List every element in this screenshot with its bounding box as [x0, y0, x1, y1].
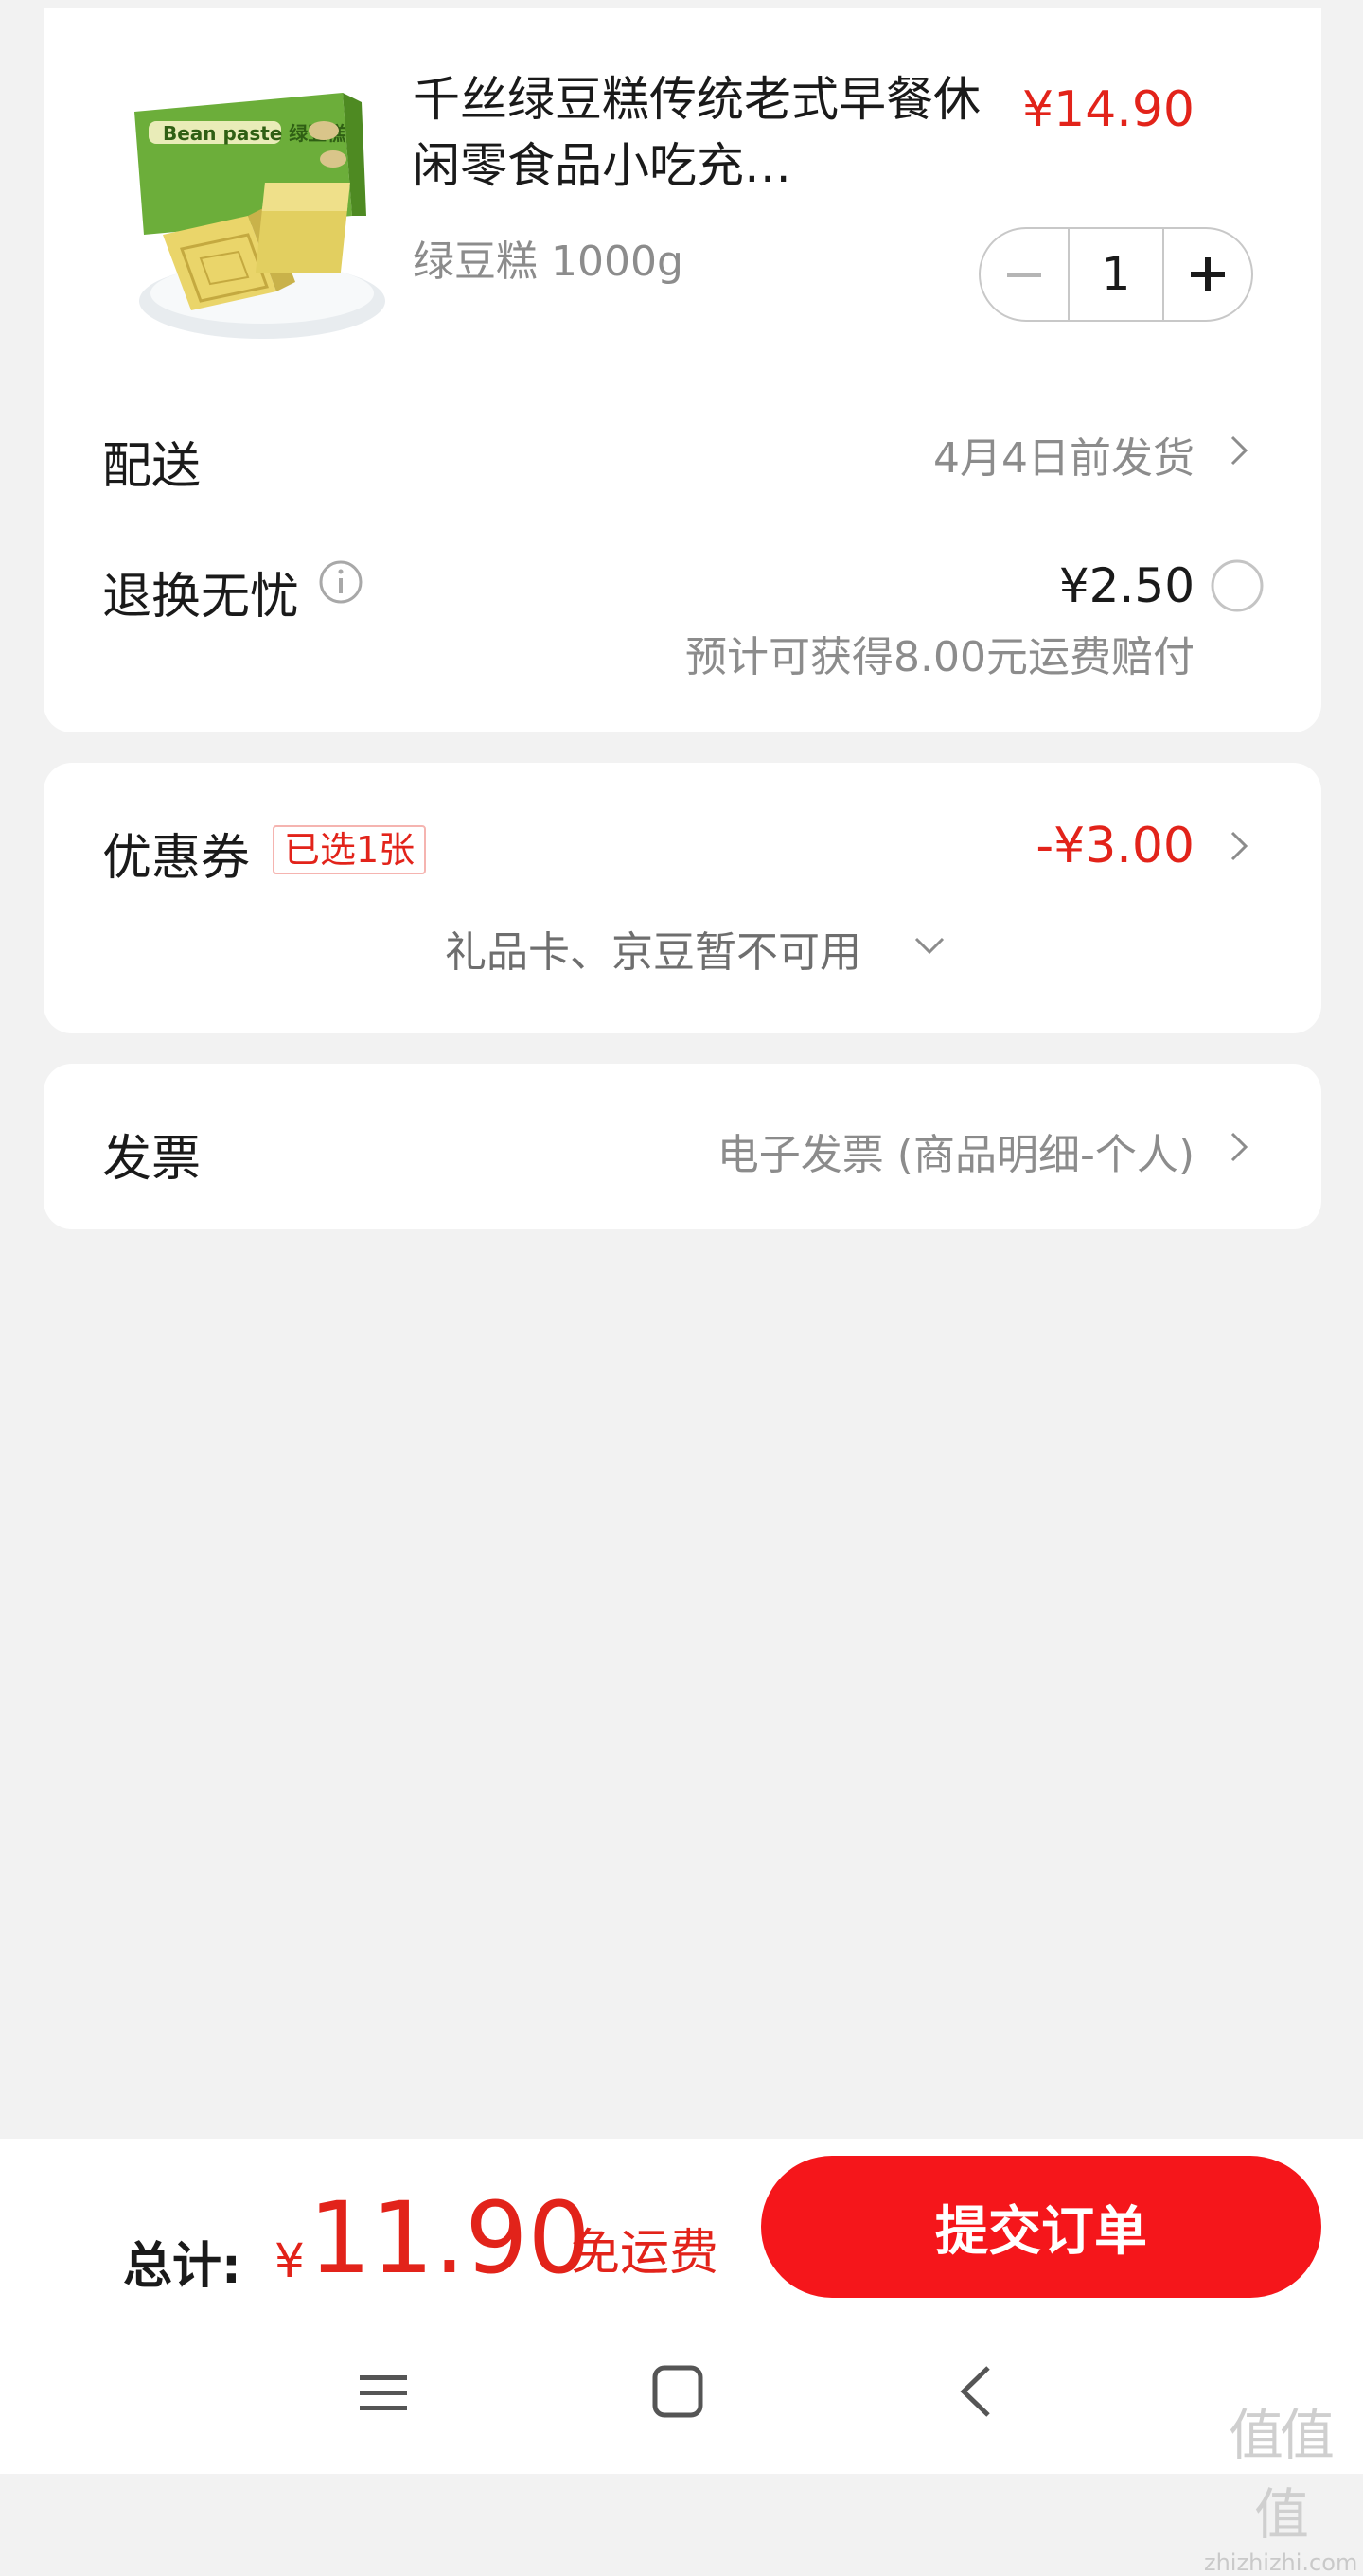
menu-icon[interactable]	[358, 2368, 409, 2419]
system-nav-bar	[0, 2309, 1363, 2474]
radio-icon[interactable]	[1210, 558, 1265, 613]
total-label: 总计:	[123, 2238, 241, 2295]
watermark-logo: 值值值	[1228, 2403, 1335, 2547]
chevron-right-icon	[1230, 435, 1248, 466]
invoice-value: 电子发票 (商品明细-个人)	[717, 1131, 1195, 1179]
total-currency: ¥	[274, 2233, 305, 2288]
plus-icon	[1191, 257, 1225, 291]
chevron-right-icon	[1230, 831, 1248, 861]
coupon-card: 优惠券 已选1张 -¥3.00 礼品卡、京豆暂不可用	[44, 763, 1321, 1033]
product-card: Bean paste 绿豆糕 千丝绿豆糕传统老式早餐休闲零食品小吃充… 绿豆糕 …	[44, 8, 1321, 732]
return-guarantee-note: 预计可获得8.00元运费赔付	[685, 633, 1195, 681]
quantity-value[interactable]: 1	[1068, 229, 1164, 320]
return-guarantee-label: 退换无忧	[102, 569, 300, 626]
coupon-value: -¥3.00	[1036, 818, 1195, 874]
home-icon[interactable]	[651, 2364, 704, 2419]
product-title[interactable]: 千丝绿豆糕传统老式早餐休闲零食品小吃充…	[413, 66, 981, 199]
delivery-value: 4月4日前发货	[933, 434, 1195, 483]
quantity-stepper: 1	[979, 227, 1253, 322]
product-image[interactable]: Bean paste 绿豆糕	[106, 74, 418, 358]
free-shipping-label: 免运费	[571, 2225, 719, 2282]
product-price: ¥14.90	[1022, 81, 1195, 138]
increase-button[interactable]	[1164, 229, 1251, 320]
submit-order-button[interactable]: 提交订单	[761, 2156, 1321, 2298]
delivery-label: 配送	[102, 438, 202, 495]
invoice-label: 发票	[102, 1131, 202, 1188]
return-guarantee-price: ¥2.50	[1058, 558, 1195, 613]
decrease-button[interactable]	[981, 229, 1068, 320]
product-spec[interactable]: 绿豆糕 1000g	[413, 227, 683, 288]
back-icon[interactable]	[956, 2362, 994, 2421]
watermark-url: zhizhizhi.com	[1204, 2550, 1358, 2576]
minus-icon	[1007, 273, 1041, 277]
chevron-right-icon	[1230, 1132, 1248, 1162]
total-amount: 11.90	[309, 2180, 591, 2296]
coupon-label: 优惠券	[102, 830, 251, 887]
chevron-down-icon	[914, 937, 945, 955]
watermark: 值值值 zhizhizhi.com	[1204, 2391, 1358, 2576]
invoice-card[interactable]: 发票 电子发票 (商品明细-个人)	[44, 1064, 1321, 1229]
info-icon[interactable]	[318, 559, 363, 605]
coupon-selected-badge: 已选1张	[273, 825, 427, 874]
unavailable-note: 礼品卡、京豆暂不可用	[445, 928, 861, 977]
